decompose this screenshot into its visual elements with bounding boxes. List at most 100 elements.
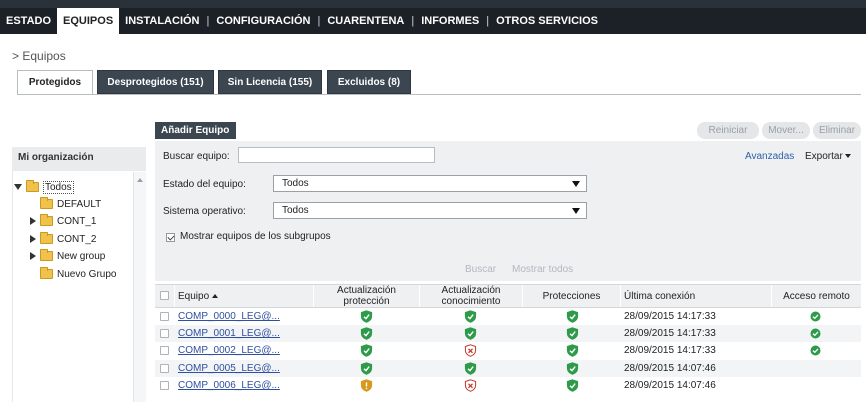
ultima-conexion: 28/09/2015 14:17:33 xyxy=(624,328,716,339)
os-select[interactable]: Todos xyxy=(273,202,587,219)
tab-desprotegidos[interactable]: Desprotegidos (151) xyxy=(97,70,214,94)
tree-item-default[interactable]: DEFAULT xyxy=(40,196,101,212)
shield-ok-icon xyxy=(360,310,373,323)
col-ultima-conexion[interactable]: Última conexión xyxy=(620,285,771,307)
tree-item-todos[interactable]: Todos xyxy=(14,179,74,195)
shield-error-icon xyxy=(464,379,477,392)
folder-icon xyxy=(40,214,53,226)
row-checkbox[interactable] xyxy=(160,346,169,355)
table-row[interactable]: COMP_0002_LEG@... 28/09/2015 14:17:33 xyxy=(155,342,861,359)
export-button[interactable]: Exportar xyxy=(805,151,851,162)
show-all-button[interactable]: Mostrar todos xyxy=(512,264,573,275)
tab-protegidos[interactable]: Protegidos xyxy=(17,70,93,95)
row-checkbox[interactable] xyxy=(160,329,169,338)
shield-ok-icon xyxy=(566,379,579,392)
shield-ok-icon xyxy=(360,327,373,340)
equipo-link[interactable]: COMP_0000_LEG@... xyxy=(178,311,280,322)
state-label: Estado del equipo: xyxy=(163,179,246,190)
tree-label: New group xyxy=(57,250,106,262)
top-strip xyxy=(0,0,866,8)
table-row[interactable]: COMP_0005_LEG@... 28/09/2015 14:07:46 xyxy=(155,360,861,377)
subgroups-checkbox[interactable] xyxy=(166,233,175,242)
expand-down-icon[interactable] xyxy=(14,184,22,190)
subgroups-label: Mostrar equipos de los subgrupos xyxy=(180,231,331,242)
tree-label: DEFAULT xyxy=(57,198,102,210)
col-act-conocimiento[interactable]: Actualización conocimiento xyxy=(419,285,522,307)
ultima-conexion: 28/09/2015 14:17:33 xyxy=(624,345,716,356)
nav-configuracion[interactable]: CONFIGURACIÓN xyxy=(210,8,316,34)
chevron-down-icon xyxy=(844,154,851,159)
expand-right-icon[interactable] xyxy=(30,235,36,243)
shield-ok-icon xyxy=(566,310,579,323)
expand-right-icon[interactable] xyxy=(30,252,36,260)
tree-label: Nuevo Grupo xyxy=(57,268,117,280)
shield-ok-icon xyxy=(464,310,477,323)
add-equipo-button[interactable]: Añadir Equipo xyxy=(155,122,236,150)
table-row[interactable]: COMP_0000_LEG@... 28/09/2015 14:17:33 xyxy=(155,308,861,325)
move-button[interactable]: Mover... xyxy=(762,122,810,139)
os-select-value: Todos xyxy=(282,205,309,216)
sidebar-title: Mi organización xyxy=(12,147,146,171)
search-button[interactable]: Buscar xyxy=(465,264,496,275)
equipo-link[interactable]: COMP_0006_LEG@... xyxy=(178,380,280,391)
scroll-up-icon[interactable] xyxy=(137,178,143,182)
tree-item-nuevo-grupo[interactable]: Nuevo Grupo xyxy=(40,266,116,282)
nav-cuarentena[interactable]: CUARENTENA xyxy=(321,8,410,34)
ultima-conexion: 28/09/2015 14:07:46 xyxy=(624,380,716,391)
tree-item-cont-1[interactable]: CONT_1 xyxy=(30,213,96,229)
table-row[interactable]: COMP_0001_LEG@... 28/09/2015 14:17:33 xyxy=(155,325,861,342)
col-protecciones[interactable]: Protecciones xyxy=(522,285,620,307)
remote-access-ok-icon[interactable] xyxy=(810,311,823,324)
equipo-link[interactable]: COMP_0001_LEG@... xyxy=(178,328,280,339)
tree-item-new-group[interactable]: New group xyxy=(30,248,105,264)
shield-error-icon xyxy=(464,344,477,357)
col-equipo[interactable]: Equipo xyxy=(174,285,313,307)
tree-label: CONT_2 xyxy=(57,233,97,245)
row-checkbox[interactable] xyxy=(160,312,169,321)
tab-excluidos[interactable]: Excluidos (8) xyxy=(327,70,411,94)
nav-instalacion[interactable]: INSTALACIÓN xyxy=(119,8,205,34)
nav-informes[interactable]: INFORMES xyxy=(415,8,485,34)
tabs-divider xyxy=(17,94,861,95)
shield-ok-icon xyxy=(566,327,579,340)
restart-button[interactable]: Reiniciar xyxy=(697,122,759,139)
nav-estado[interactable]: ESTADO xyxy=(0,8,57,34)
delete-button[interactable]: Eliminar xyxy=(813,122,861,139)
table-row[interactable]: COMP_0006_LEG@... 28/09/2015 14:07:46 xyxy=(155,377,861,394)
nav-equipos[interactable]: EQUIPOS xyxy=(57,8,120,34)
folder-icon xyxy=(40,197,53,209)
select-all-checkbox[interactable] xyxy=(160,291,169,300)
folder-icon xyxy=(40,249,53,261)
dropdown-arrow-icon xyxy=(572,208,580,214)
nav-otros-servicios[interactable]: OTROS SERVICIOS xyxy=(490,8,604,34)
expand-right-icon[interactable] xyxy=(30,217,36,225)
shield-ok-icon xyxy=(566,344,579,357)
row-checkbox[interactable] xyxy=(160,381,169,390)
row-checkbox[interactable] xyxy=(160,364,169,373)
folder-icon xyxy=(40,232,53,244)
col-acceso-remoto[interactable]: Acceso remoto xyxy=(771,285,861,307)
ultima-conexion: 28/09/2015 14:17:33 xyxy=(624,311,716,322)
col-act-proteccion[interactable]: Actualización protección xyxy=(313,285,419,307)
tab-sin-licencia[interactable]: Sin Licencia (155) xyxy=(218,70,322,94)
dropdown-arrow-icon xyxy=(572,181,580,187)
equipo-link[interactable]: COMP_0002_LEG@... xyxy=(178,345,280,356)
search-input[interactable] xyxy=(238,147,435,163)
table-header: Equipo Actualización protección Actualiz… xyxy=(155,284,861,308)
folder-icon xyxy=(26,180,39,192)
remote-access-ok-icon[interactable] xyxy=(810,328,823,341)
ultima-conexion: 28/09/2015 14:07:46 xyxy=(624,363,716,374)
shield-ok-icon xyxy=(360,362,373,375)
advanced-link[interactable]: Avanzadas xyxy=(745,151,794,162)
state-select[interactable]: Todos xyxy=(273,175,587,192)
add-equipo-label: Añadir Equipo xyxy=(161,125,230,136)
sidebar-scrollbar[interactable] xyxy=(133,172,146,402)
equipo-link[interactable]: COMP_0005_LEG@... xyxy=(178,363,280,374)
remote-access-ok-icon[interactable] xyxy=(810,345,823,358)
col-equipo-label: Equipo xyxy=(178,290,210,302)
tree-item-cont-2[interactable]: CONT_2 xyxy=(30,231,96,247)
export-label: Exportar xyxy=(805,151,843,162)
shield-ok-icon xyxy=(566,362,579,375)
os-label: Sistema operativo: xyxy=(163,206,246,217)
search-label: Buscar equipo: xyxy=(163,151,230,162)
